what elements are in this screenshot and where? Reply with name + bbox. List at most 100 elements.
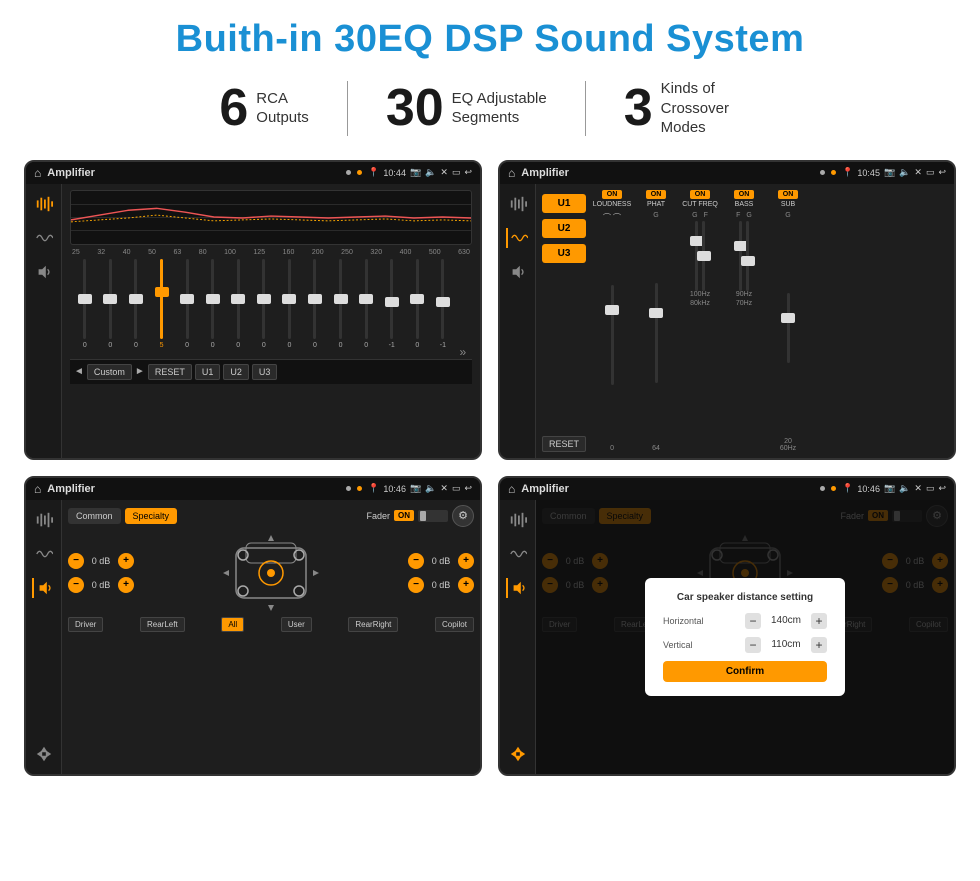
confirm-button[interactable]: Confirm [663, 661, 827, 682]
slider-1[interactable]: 0 [76, 259, 94, 359]
right-rear-plus[interactable]: + [458, 577, 474, 593]
prev-arrow[interactable]: ◄ [74, 366, 84, 377]
speaker-icon-3[interactable] [32, 578, 56, 598]
slider-6[interactable]: 0 [204, 259, 222, 359]
horizontal-minus-btn[interactable]: − [745, 613, 761, 629]
curve1-btn[interactable]: ⌒ [603, 212, 611, 223]
copilot-btn[interactable]: Copilot [435, 617, 474, 632]
slider-12[interactable]: 0 [357, 259, 375, 359]
reset-btn[interactable]: RESET [148, 364, 192, 380]
cutfreq-gf-labels: GF [692, 212, 708, 219]
bass-on-badge[interactable]: ON [734, 190, 755, 199]
slider-7[interactable]: 0 [229, 259, 247, 359]
eq-graph [70, 190, 472, 245]
arrows-icon-4[interactable] [506, 744, 530, 764]
rect-icon-4: ▭ [926, 483, 935, 494]
status-dot-1 [346, 170, 351, 175]
speaker-icon-4[interactable] [506, 578, 530, 598]
home-icon: ⌂ [34, 166, 41, 180]
u3-btn[interactable]: U3 [252, 364, 278, 380]
settings-icon-btn[interactable]: ⚙ [452, 505, 474, 527]
vertical-plus-btn[interactable]: + [811, 637, 827, 653]
slider-4[interactable]: 5 [153, 259, 171, 359]
slider-15[interactable]: -1 [434, 259, 452, 359]
bass-slider-g[interactable] [746, 221, 749, 291]
bass-hz2-label: 70Hz [736, 300, 752, 307]
eq-icon-2[interactable] [506, 194, 530, 214]
eq-icon-active[interactable] [32, 194, 56, 214]
stat-rca: 6 RCAOutputs [181, 82, 346, 134]
common-tab[interactable]: Common [68, 508, 121, 524]
specialty-tab[interactable]: Specialty [125, 508, 178, 524]
wave-icon-3[interactable] [32, 544, 56, 564]
status-dot-d1 [820, 486, 825, 491]
sub-on-badge[interactable]: ON [778, 190, 799, 199]
all-btn[interactable]: All [221, 617, 244, 632]
loudness-slider[interactable] [611, 285, 614, 385]
cutfreq-on-badge[interactable]: ON [690, 190, 711, 199]
slider-9[interactable]: 0 [280, 259, 298, 359]
curve2-btn[interactable]: ⌒ [613, 212, 621, 223]
right-front-plus[interactable]: + [458, 553, 474, 569]
eq-icon-4[interactable] [506, 510, 530, 530]
user-btn[interactable]: User [281, 617, 312, 632]
left-front-minus[interactable]: − [68, 553, 84, 569]
left-rear-minus[interactable]: − [68, 577, 84, 593]
slider-10[interactable]: 0 [306, 259, 324, 359]
loudness-label: LOUDNESS [593, 201, 632, 208]
phat-slider[interactable] [655, 283, 658, 383]
screen-speaker: ⌂ Amplifier 📍 10:46 📷 🔈 ✕ ▭ ↩ [24, 476, 482, 776]
u3-crossover-btn[interactable]: U3 [542, 244, 586, 263]
slider-5[interactable]: 0 [178, 259, 196, 359]
u1-btn[interactable]: U1 [195, 364, 221, 380]
u1-crossover-btn[interactable]: U1 [542, 194, 586, 213]
stat-number-rca: 6 [219, 82, 248, 134]
left-rear-value: 0 dB [87, 580, 115, 590]
rear-left-btn[interactable]: RearLeft [140, 617, 185, 632]
left-front-plus[interactable]: + [118, 553, 134, 569]
right-front-minus[interactable]: − [408, 553, 424, 569]
vertical-minus-btn[interactable]: − [745, 637, 761, 653]
slider-13[interactable]: -1 [383, 259, 401, 359]
speaker-screen-content: Common Specialty Fader ON ⚙ [26, 500, 480, 774]
eq-status-bar: ⌂ Amplifier 📍 10:44 📷 🔈 ✕ ▭ ↩ [26, 162, 480, 184]
sub-slider[interactable] [787, 293, 790, 363]
driver-btn[interactable]: Driver [68, 617, 103, 632]
phat-on-badge[interactable]: ON [646, 190, 667, 199]
crossover-reset-btn[interactable]: RESET [542, 436, 586, 452]
fader-label: Fader [366, 511, 390, 521]
dialog-title: Car speaker distance setting [663, 592, 827, 603]
next-arrow[interactable]: ► [135, 366, 145, 377]
loudness-on-badge[interactable]: ON [602, 190, 623, 199]
slider-2[interactable]: 0 [101, 259, 119, 359]
slider-3[interactable]: 0 [127, 259, 145, 359]
wave-icon-2[interactable] [506, 228, 530, 248]
speaker-tab-row: Common Specialty Fader ON ⚙ [68, 505, 474, 527]
slider-14[interactable]: 0 [408, 259, 426, 359]
arrows-icon-3[interactable] [32, 744, 56, 764]
crossover-screen-content: U1 U2 U3 RESET ON LOUDNES [500, 184, 954, 458]
u2-btn[interactable]: U2 [223, 364, 249, 380]
eq-icon-3[interactable] [32, 510, 56, 530]
right-rear-minus[interactable]: − [408, 577, 424, 593]
wave-icon-4[interactable] [506, 544, 530, 564]
speaker-icon[interactable] [32, 262, 56, 282]
fader-on-badge[interactable]: ON [394, 510, 414, 521]
fader-slider[interactable] [418, 510, 448, 522]
vol-icon-2: 🔈 [899, 167, 910, 178]
speaker-icon-2[interactable] [506, 262, 530, 282]
phat-control: ON PHAT G 64 [636, 190, 676, 452]
pin-icon: 📍 [368, 167, 379, 178]
rear-right-btn[interactable]: RearRight [348, 617, 398, 632]
phat-label: PHAT [647, 201, 665, 208]
u2-crossover-btn[interactable]: U2 [542, 219, 586, 238]
custom-btn[interactable]: Custom [87, 364, 132, 380]
screen-crossover: ⌂ Amplifier 📍 10:45 📷 🔈 ✕ ▭ ↩ [498, 160, 956, 460]
wave-icon[interactable] [32, 228, 56, 248]
slider-11[interactable]: 0 [332, 259, 350, 359]
more-icon[interactable]: » [459, 345, 466, 359]
horizontal-plus-btn[interactable]: + [811, 613, 827, 629]
slider-8[interactable]: 0 [255, 259, 273, 359]
left-rear-plus[interactable]: + [118, 577, 134, 593]
cutfreq-slider-f[interactable] [702, 221, 705, 291]
